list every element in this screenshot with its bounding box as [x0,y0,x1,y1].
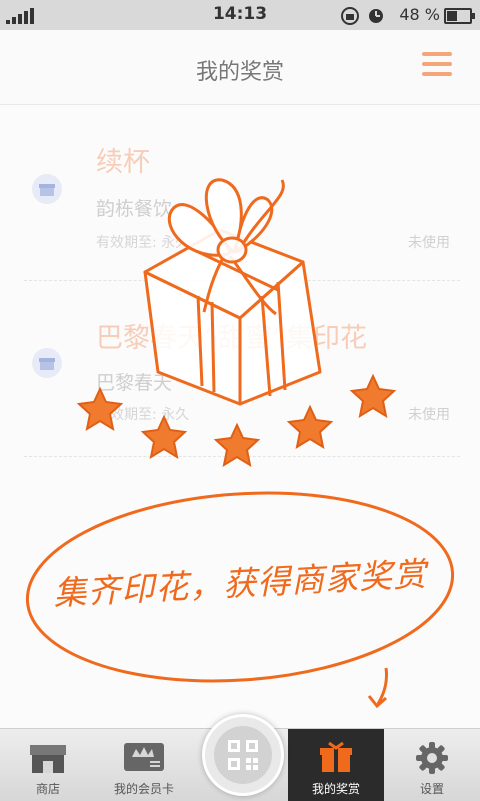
menu-icon [422,52,452,56]
reward-item[interactable]: 巴黎春天“甜蜜”集印花 巴黎春天 有效期至: 永久 未使用 [24,280,460,457]
reward-title: 巴黎春天“甜蜜”集印花 [96,323,367,354]
battery-percentage: 48 % [399,5,440,24]
qr-code-icon [228,740,258,770]
status-bar: 14:13 48 % [0,0,480,30]
page-title: 我的奖赏 [195,60,284,85]
gear-icon [416,742,448,774]
reward-title: 续杯 [96,147,150,178]
arrow-icon [376,667,388,705]
menu-button[interactable] [422,52,452,80]
tab-rewards[interactable]: 我的奖赏 [288,729,384,801]
reward-shop: 韵栋餐饮 [96,198,173,220]
reward-validity: 有效期至: 永久 [96,235,190,251]
tab-shop[interactable]: 商店 [0,729,96,801]
gift-icon [32,348,62,378]
reward-shop: 巴黎春天 [96,372,173,394]
tab-settings-label: 设置 [419,782,444,796]
tab-member-card-label: 我的会员卡 [113,782,174,796]
store-icon [30,745,66,773]
app-header: 我的奖赏 [0,30,480,105]
gift-icon [32,174,62,204]
reward-validity: 有效期至: 永久 [96,407,190,423]
member-card-icon [124,743,164,771]
tab-shop-label: 商店 [35,782,60,796]
qr-scan-button[interactable] [202,714,284,796]
tab-member-card[interactable]: 我的会员卡 [96,729,192,801]
tab-settings[interactable]: 设置 [384,729,480,801]
reward-item[interactable]: 续杯 韵栋餐饮 有效期至: 永久 未使用 [24,104,460,281]
guide-caption: 集齐印花，获得商家奖赏 [52,554,428,613]
battery-icon [444,8,475,24]
reward-status: 未使用 [408,235,450,251]
gift-icon [320,741,352,772]
tab-rewards-label: 我的奖赏 [311,782,360,796]
reward-status: 未使用 [408,407,450,423]
